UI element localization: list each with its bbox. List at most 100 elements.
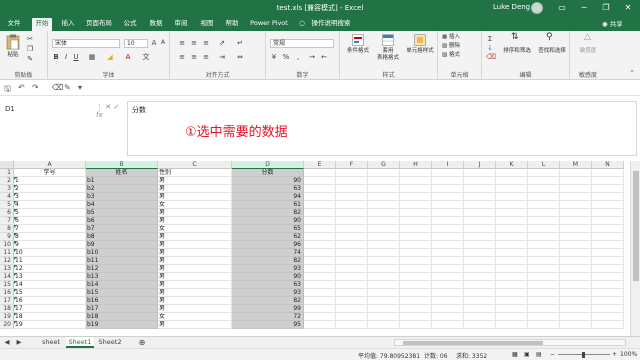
wrap-text-icon[interactable]: ↵ bbox=[236, 39, 244, 47]
cell-e18[interactable] bbox=[304, 305, 336, 313]
page-layout-view-icon[interactable]: ▣ bbox=[524, 351, 530, 358]
cell-c8[interactable]: 女 bbox=[158, 225, 232, 233]
cell-b19[interactable]: b18 bbox=[86, 313, 158, 321]
cell-n5[interactable] bbox=[592, 201, 624, 209]
cell-n17[interactable] bbox=[592, 297, 624, 305]
cell-b18[interactable]: b17 bbox=[86, 305, 158, 313]
format-as-table-button[interactable]: 套用 表格格式 bbox=[374, 34, 402, 64]
merge-center-icon[interactable]: ⇔ bbox=[236, 53, 244, 61]
cell-b15[interactable]: b14 bbox=[86, 281, 158, 289]
cell-a14[interactable]: 13 bbox=[14, 273, 86, 281]
cell-k20[interactable] bbox=[496, 321, 528, 329]
cell-f2[interactable] bbox=[336, 177, 368, 185]
cell-h14[interactable] bbox=[400, 273, 432, 281]
cell-c4[interactable]: 男 bbox=[158, 193, 232, 201]
cell-a8[interactable]: 7 bbox=[14, 225, 86, 233]
column-header-e[interactable]: E bbox=[304, 161, 336, 169]
cell-l6[interactable] bbox=[528, 209, 560, 217]
cell-j7[interactable] bbox=[464, 217, 496, 225]
cell-b12[interactable]: b11 bbox=[86, 257, 158, 265]
cell-b7[interactable]: b6 bbox=[86, 217, 158, 225]
cell-styles-button[interactable]: 单元格样式 bbox=[404, 34, 436, 64]
cell-a7[interactable]: 6 bbox=[14, 217, 86, 225]
cell-j5[interactable] bbox=[464, 201, 496, 209]
cell-g13[interactable] bbox=[368, 265, 400, 273]
cell-g7[interactable] bbox=[368, 217, 400, 225]
tab-help[interactable]: 帮助 bbox=[222, 18, 242, 31]
cell-d7[interactable]: 90 bbox=[232, 217, 304, 225]
cell-n14[interactable] bbox=[592, 273, 624, 281]
cell-f8[interactable] bbox=[336, 225, 368, 233]
cell-f9[interactable] bbox=[336, 233, 368, 241]
cell-m9[interactable] bbox=[560, 233, 592, 241]
cell-i13[interactable] bbox=[432, 265, 464, 273]
row-header[interactable]: 8 bbox=[0, 225, 14, 233]
comma-icon[interactable]: , bbox=[294, 53, 302, 61]
cell-k1[interactable] bbox=[496, 169, 528, 177]
cell-m10[interactable] bbox=[560, 241, 592, 249]
cell-c17[interactable]: 男 bbox=[158, 297, 232, 305]
cell-f20[interactable] bbox=[336, 321, 368, 329]
row-header[interactable]: 4 bbox=[0, 193, 14, 201]
cell-l18[interactable] bbox=[528, 305, 560, 313]
add-sheet-icon[interactable]: ⊕ bbox=[136, 337, 148, 348]
cell-b11[interactable]: b10 bbox=[86, 249, 158, 257]
align-bottom-icon[interactable]: ≡ bbox=[202, 39, 210, 47]
cell-m13[interactable] bbox=[560, 265, 592, 273]
row-header[interactable]: 5 bbox=[0, 201, 14, 209]
cell-n13[interactable] bbox=[592, 265, 624, 273]
cell-m7[interactable] bbox=[560, 217, 592, 225]
sensitivity-button[interactable]: △ 敏感度 bbox=[572, 33, 604, 64]
cell-e12[interactable] bbox=[304, 257, 336, 265]
cell-g12[interactable] bbox=[368, 257, 400, 265]
copy-icon[interactable]: ❐ bbox=[26, 45, 34, 53]
sheet-tab-sheet[interactable]: sheet bbox=[38, 337, 64, 348]
cell-e11[interactable] bbox=[304, 249, 336, 257]
fill-color-icon[interactable]: ◢ bbox=[106, 53, 114, 61]
cell-n7[interactable] bbox=[592, 217, 624, 225]
column-header-b[interactable]: B bbox=[86, 161, 158, 169]
cell-a16[interactable]: 15 bbox=[14, 289, 86, 297]
tab-file[interactable]: 文件 bbox=[4, 18, 24, 31]
cell-b6[interactable]: b5 bbox=[86, 209, 158, 217]
cell-d2[interactable]: 90 bbox=[232, 177, 304, 185]
cell-k7[interactable] bbox=[496, 217, 528, 225]
row-header[interactable]: 15 bbox=[0, 281, 14, 289]
align-top-icon[interactable]: ≡ bbox=[178, 39, 186, 47]
cell-n15[interactable] bbox=[592, 281, 624, 289]
cell-m18[interactable] bbox=[560, 305, 592, 313]
cell-e17[interactable] bbox=[304, 297, 336, 305]
cell-g10[interactable] bbox=[368, 241, 400, 249]
cell-h13[interactable] bbox=[400, 265, 432, 273]
cell-n12[interactable] bbox=[592, 257, 624, 265]
cell-a2[interactable]: 1 bbox=[14, 177, 86, 185]
cell-b10[interactable]: b9 bbox=[86, 241, 158, 249]
cell-l8[interactable] bbox=[528, 225, 560, 233]
format-cells-button[interactable]: ▨ 格式 bbox=[442, 52, 478, 59]
cell-m15[interactable] bbox=[560, 281, 592, 289]
zoom-level[interactable]: 100% bbox=[620, 351, 637, 358]
cell-j16[interactable] bbox=[464, 289, 496, 297]
select-all-corner[interactable] bbox=[0, 161, 14, 169]
cell-c11[interactable]: 男 bbox=[158, 249, 232, 257]
cell-i5[interactable] bbox=[432, 201, 464, 209]
underline-icon[interactable]: U bbox=[72, 53, 80, 61]
column-header-f[interactable]: F bbox=[336, 161, 368, 169]
row-header[interactable]: 17 bbox=[0, 297, 14, 305]
tab-insert[interactable]: 插入 bbox=[58, 18, 78, 31]
column-header-n[interactable]: N bbox=[592, 161, 624, 169]
cell-j10[interactable] bbox=[464, 241, 496, 249]
collapse-ribbon-icon[interactable]: ⌃ bbox=[628, 69, 636, 77]
cell-h3[interactable] bbox=[400, 185, 432, 193]
row-header[interactable]: 16 bbox=[0, 289, 14, 297]
column-header-i[interactable]: I bbox=[432, 161, 464, 169]
cell-f15[interactable] bbox=[336, 281, 368, 289]
cell-m1[interactable] bbox=[560, 169, 592, 177]
cell-d11[interactable]: 74 bbox=[232, 249, 304, 257]
row-header[interactable]: 19 bbox=[0, 313, 14, 321]
tab-review[interactable]: 审阅 bbox=[171, 18, 191, 31]
cut-icon[interactable]: ✂ bbox=[26, 35, 34, 43]
cell-k6[interactable] bbox=[496, 209, 528, 217]
cell-a12[interactable]: 11 bbox=[14, 257, 86, 265]
spreadsheet-grid[interactable]: A B C D E F G H I J K L M N 1 学号 姓名 性别 分数 2 1 b1 男 90 3 2 b2 男 63 4 3 b… bbox=[0, 161, 630, 336]
